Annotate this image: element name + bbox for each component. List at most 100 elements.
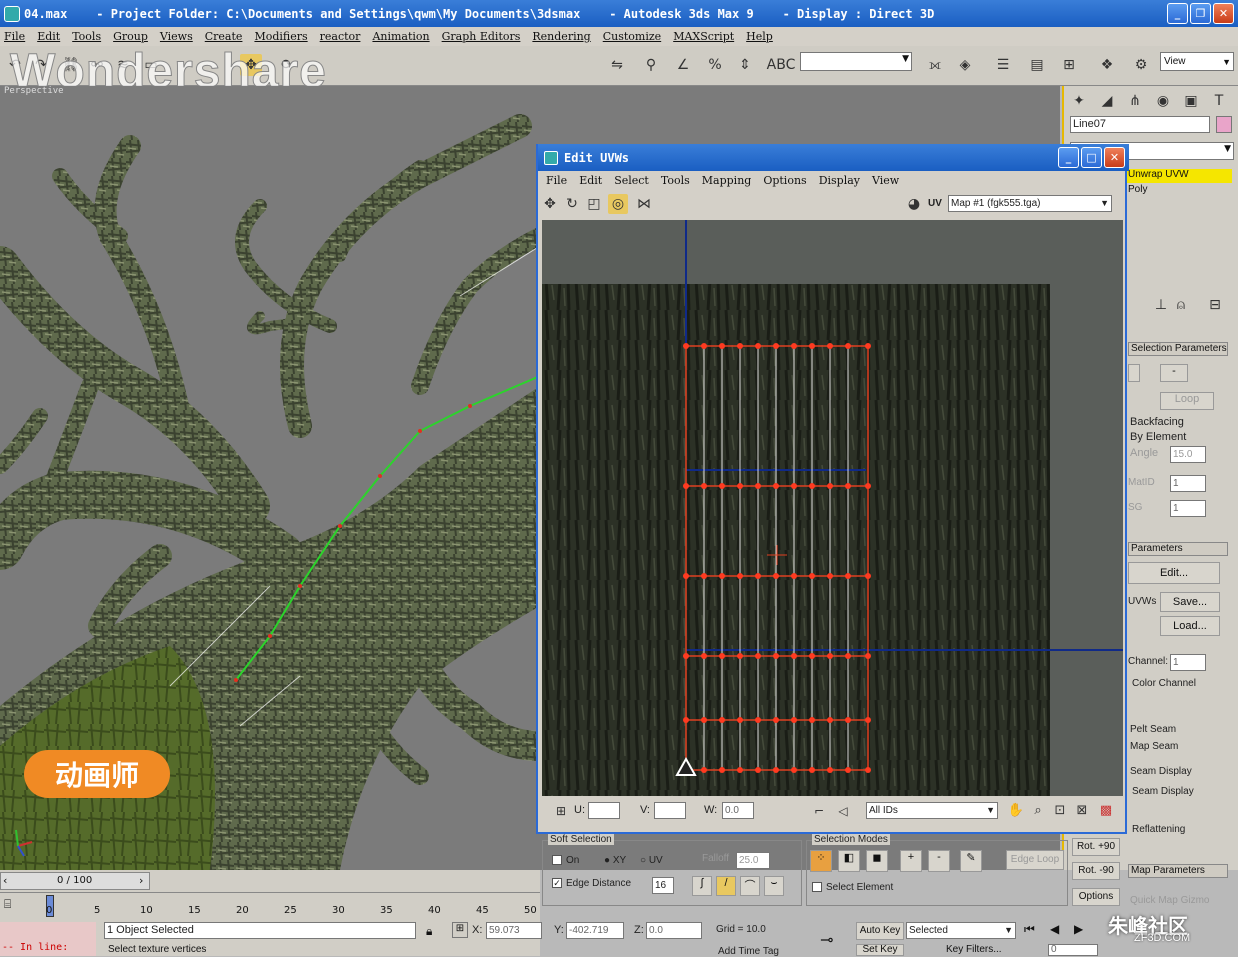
pelt-seam-label[interactable]: Pelt Seam: [1130, 724, 1176, 735]
uvw-menu-display[interactable]: Display: [819, 174, 860, 187]
snap-3d-icon[interactable]: ⚲: [640, 54, 662, 76]
align-icon[interactable]: ◈: [954, 54, 976, 76]
z-coord-field[interactable]: 0.0: [646, 922, 702, 939]
hierarchy-tab-icon[interactable]: ⋔: [1124, 90, 1146, 112]
motion-tab-icon[interactable]: ◉: [1152, 90, 1174, 112]
create-tab-icon[interactable]: ✦: [1068, 90, 1090, 112]
menu-reactor[interactable]: reactor: [320, 30, 361, 43]
seam-display2-label[interactable]: Seam Display: [1132, 786, 1194, 797]
menu-tools[interactable]: Tools: [72, 30, 101, 43]
uvw-menu-file[interactable]: File: [546, 174, 567, 187]
grow-button[interactable]: [1128, 364, 1140, 382]
v-field[interactable]: [654, 802, 686, 819]
edge-mode-icon[interactable]: ◧: [838, 850, 860, 872]
display-tab-icon[interactable]: ▣: [1180, 90, 1202, 112]
u-field[interactable]: [588, 802, 620, 819]
key-filters-button[interactable]: Key Filters...: [946, 944, 1002, 956]
falloff-smooth-icon[interactable]: ∫: [692, 876, 712, 896]
map-params-header[interactable]: Map Parameters: [1128, 864, 1228, 878]
menu-help[interactable]: Help: [746, 30, 773, 43]
uvw-menu-select[interactable]: Select: [614, 174, 649, 187]
menu-customize[interactable]: Customize: [603, 30, 661, 43]
object-name-field[interactable]: Line07: [1070, 116, 1210, 133]
menu-create[interactable]: Create: [205, 30, 243, 43]
hide-icon[interactable]: ◁: [834, 802, 852, 820]
auto-key-button[interactable]: Auto Key: [856, 922, 904, 940]
menu-animation[interactable]: Animation: [372, 30, 429, 43]
vertex-mode-icon[interactable]: ⁘: [810, 850, 832, 872]
absolute-offset-icon[interactable]: ⊞: [552, 802, 570, 820]
mirror-uv-icon[interactable]: ⋈: [634, 194, 654, 214]
minimize-button[interactable]: _: [1167, 3, 1188, 24]
quick-map-gizmo-label[interactable]: Quick Map Gizmo: [1130, 895, 1209, 906]
w-field[interactable]: 0.0: [722, 802, 754, 819]
falloff-linear-icon[interactable]: /: [716, 876, 736, 896]
rotate-uv-icon[interactable]: ↻: [562, 194, 582, 214]
rot-plus-button[interactable]: Rot. +90: [1072, 838, 1120, 856]
selection-params-header[interactable]: Selection Parameters: [1128, 342, 1228, 356]
add-time-tag-button[interactable]: Add Time Tag: [718, 946, 779, 957]
freeform-uv-icon[interactable]: ◎: [608, 194, 628, 214]
menu-edit[interactable]: Edit: [37, 30, 60, 43]
zoom-icon[interactable]: ⌕: [1028, 800, 1048, 820]
soft-on-checkbox[interactable]: On: [552, 855, 579, 866]
curve-editor-icon[interactable]: ▤: [1026, 54, 1048, 76]
pin-stack-icon[interactable]: ⊥: [1150, 294, 1172, 316]
falloff-slow-icon[interactable]: ⌒: [740, 876, 760, 896]
uvw-menu-edit[interactable]: Edit: [579, 174, 602, 187]
edit-button[interactable]: Edit...: [1128, 562, 1220, 584]
render-setup-icon[interactable]: ⚙: [1130, 54, 1152, 76]
material-editor-icon[interactable]: ❖: [1096, 54, 1118, 76]
menu-maxscript[interactable]: MAXScript: [673, 30, 734, 43]
percent-snap-icon[interactable]: %: [704, 54, 726, 76]
x-coord-field[interactable]: 59.073: [486, 922, 542, 939]
modify-tab-icon[interactable]: ◢: [1096, 90, 1118, 112]
angle-field[interactable]: 15.0: [1170, 446, 1206, 463]
maxscript-listener[interactable]: -- In line:: [0, 922, 96, 956]
menu-file[interactable]: File: [4, 30, 25, 43]
grid-snap-icon[interactable]: ▩: [1096, 800, 1116, 820]
spinner-snap-icon[interactable]: ⇕: [734, 54, 756, 76]
seam-display-label[interactable]: Seam Display: [1130, 766, 1192, 777]
mirror-icon[interactable]: ⇋: [606, 54, 628, 76]
sg-field[interactable]: 1: [1170, 500, 1206, 517]
paint-select-icon[interactable]: ✎: [960, 850, 982, 872]
show-result-icon[interactable]: ⍝: [1170, 294, 1192, 316]
edge-loop-button[interactable]: Edge Loop: [1006, 850, 1064, 870]
close-button[interactable]: ✕: [1213, 3, 1234, 24]
lock-selection-icon[interactable]: ⌐: [810, 802, 828, 820]
save-button[interactable]: Save...: [1160, 592, 1220, 612]
mini-curve-icon[interactable]: ⌸: [4, 897, 26, 913]
play-icon[interactable]: ▶: [1074, 922, 1083, 936]
mirror-tool-icon[interactable]: ⟗: [924, 54, 946, 76]
restore-button[interactable]: ❐: [1190, 3, 1211, 24]
selected-dropdown[interactable]: Selected ▼: [906, 922, 1016, 939]
xy-radio[interactable]: ● XY: [604, 855, 626, 866]
move-uv-icon[interactable]: ✥: [540, 194, 560, 214]
matid-field[interactable]: 1: [1170, 475, 1206, 492]
show-map-icon[interactable]: ◕: [904, 194, 924, 214]
menu-views[interactable]: Views: [160, 30, 193, 43]
shrink-selection-button[interactable]: -: [928, 850, 950, 872]
ids-dropdown[interactable]: All IDs ▼: [866, 802, 998, 819]
stack-item-poly[interactable]: Poly: [1126, 184, 1147, 195]
uvw-menu-options[interactable]: Options: [763, 174, 806, 187]
utilities-tab-icon[interactable]: T: [1208, 90, 1230, 112]
falloff-fast-icon[interactable]: ⌣: [764, 876, 784, 896]
layer-manager-icon[interactable]: ☰: [992, 54, 1014, 76]
current-frame-field[interactable]: 0: [1048, 944, 1098, 956]
rot-minus-button[interactable]: Rot. -90: [1072, 862, 1120, 880]
goto-start-icon[interactable]: ⏮: [1024, 922, 1035, 937]
shrink-button[interactable]: -: [1160, 364, 1188, 382]
uvw-menu-view[interactable]: View: [872, 174, 899, 187]
time-slider-left-icon[interactable]: ‹: [3, 874, 7, 887]
lock-icon[interactable]: 🔒︎: [426, 924, 432, 939]
edge-distance-checkbox[interactable]: ✓ Edge Distance: [552, 878, 631, 889]
face-mode-icon[interactable]: ◼: [866, 850, 888, 872]
zoom-extents-icon[interactable]: ⊠: [1072, 800, 1092, 820]
y-coord-field[interactable]: -402.719: [566, 922, 624, 939]
key-mode-icon[interactable]: ⊸: [820, 930, 833, 949]
pan-icon[interactable]: ✋: [1006, 800, 1026, 820]
menu-rendering[interactable]: Rendering: [532, 30, 590, 43]
reflattening-label[interactable]: Reflattening: [1132, 824, 1185, 835]
